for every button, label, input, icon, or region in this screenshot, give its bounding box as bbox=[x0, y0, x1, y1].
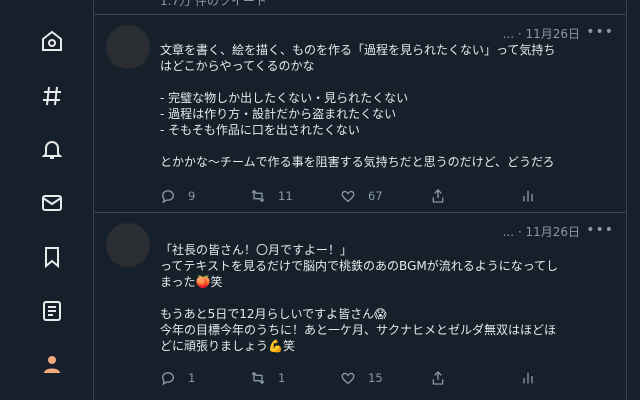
avatar[interactable] bbox=[106, 223, 150, 267]
avatar[interactable] bbox=[106, 25, 150, 69]
explore-icon[interactable] bbox=[40, 84, 64, 108]
retweet-count: 11 bbox=[278, 189, 293, 203]
retweet-icon bbox=[251, 371, 265, 385]
share-icon bbox=[432, 371, 444, 385]
like-count: 15 bbox=[368, 371, 383, 385]
retweet-count: 1 bbox=[278, 371, 286, 385]
like-count: 67 bbox=[368, 189, 383, 203]
retweet-icon bbox=[251, 189, 265, 203]
reply-button[interactable]: 1 bbox=[160, 368, 195, 388]
previous-tweet-edge: 1.7万 件のツイート bbox=[94, 0, 626, 15]
analytics-icon bbox=[523, 372, 533, 384]
reply-count: 9 bbox=[188, 189, 196, 203]
right-gutter bbox=[627, 0, 640, 400]
retweet-button[interactable]: 11 bbox=[250, 186, 293, 206]
reply-icon bbox=[162, 190, 174, 204]
like-icon bbox=[341, 372, 355, 385]
tweet-actions: 9 11 67 bbox=[160, 186, 580, 206]
share-icon bbox=[432, 189, 444, 203]
tweet[interactable]: ... · 11月26日 ••• 文章を書く、絵を描く、ものを作る「過程を見られ… bbox=[94, 15, 626, 213]
retweet-button[interactable]: 1 bbox=[250, 368, 285, 388]
share-button[interactable] bbox=[430, 368, 458, 388]
share-button[interactable] bbox=[430, 186, 458, 206]
sidebar-nav bbox=[0, 0, 93, 400]
like-button[interactable]: 67 bbox=[340, 186, 383, 206]
messages-icon[interactable] bbox=[40, 191, 64, 215]
tweet-date[interactable]: ... · 11月26日 bbox=[503, 223, 580, 240]
notifications-icon[interactable] bbox=[40, 137, 64, 161]
tweet[interactable]: ... · 11月26日 ••• 「社長の皆さん！〇月ですよー！」 ってテキスト… bbox=[94, 213, 626, 400]
tweet-actions: 1 1 15 bbox=[160, 368, 580, 388]
more-options-icon[interactable]: ••• bbox=[586, 24, 614, 40]
tweet-count-partial: 1.7万 件のツイート bbox=[160, 0, 267, 8]
reply-button[interactable]: 9 bbox=[160, 186, 195, 206]
analytics-button[interactable] bbox=[520, 368, 548, 388]
like-button[interactable]: 15 bbox=[340, 368, 383, 388]
profile-icon[interactable] bbox=[40, 352, 64, 376]
tweet-date[interactable]: ... · 11月26日 bbox=[503, 25, 580, 42]
like-icon bbox=[341, 190, 355, 203]
analytics-icon bbox=[523, 190, 533, 202]
timeline[interactable]: 1.7万 件のツイート ... · 11月26日 ••• 文章を書く、絵を描く、… bbox=[94, 0, 626, 400]
analytics-button[interactable] bbox=[520, 186, 548, 206]
reply-count: 1 bbox=[188, 371, 196, 385]
tweet-text: 「社長の皆さん！〇月ですよー！」 ってテキストを見るだけで脳内で桃鉄のあのBGM… bbox=[160, 243, 559, 353]
tweet-text: 文章を書く、絵を描く、ものを作る「過程を見られたくない」って気持ち はどこからや… bbox=[160, 43, 556, 169]
more-options-icon[interactable]: ••• bbox=[586, 222, 614, 238]
home-icon[interactable] bbox=[40, 29, 64, 53]
bookmarks-icon[interactable] bbox=[40, 245, 64, 269]
reply-icon bbox=[162, 372, 174, 386]
lists-icon[interactable] bbox=[40, 299, 64, 323]
